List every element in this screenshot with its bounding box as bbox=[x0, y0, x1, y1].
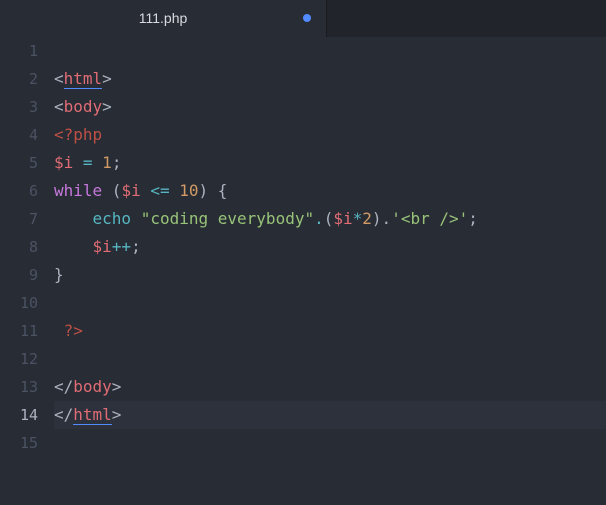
code-token: ++ bbox=[111, 237, 132, 256]
line-content[interactable]: <body> bbox=[54, 93, 606, 121]
code-line[interactable]: 4 <?php bbox=[0, 121, 606, 149]
code-token: body bbox=[63, 97, 103, 116]
line-number: 3 bbox=[28, 98, 38, 116]
code-line[interactable]: 5 $i = 1; bbox=[0, 149, 606, 177]
code-token: $i bbox=[54, 153, 74, 172]
code-token: ( bbox=[323, 209, 334, 228]
line-number: 5 bbox=[28, 154, 38, 172]
code-line[interactable]: 12 bbox=[0, 345, 606, 373]
code-line[interactable]: 6 while ($i <= 10) { bbox=[0, 177, 606, 205]
line-number: 11 bbox=[19, 322, 38, 340]
line-number: 1 bbox=[28, 42, 38, 60]
line-number: 15 bbox=[19, 434, 38, 452]
code-line[interactable]: 15 bbox=[0, 429, 606, 457]
code-token: > bbox=[111, 405, 122, 424]
line-content[interactable]: </body> bbox=[54, 373, 606, 401]
code-line[interactable]: 2 <html> bbox=[0, 65, 606, 93]
code-editor[interactable]: 1 2 <html> 3 <body> 4 <?php 5 $i = 1; 6 while ($i … bbox=[0, 37, 606, 505]
code-token: $i bbox=[121, 181, 141, 200]
code-line[interactable]: 10 bbox=[0, 289, 606, 317]
code-token: '<br />' bbox=[391, 209, 469, 228]
code-token: 2 bbox=[362, 209, 372, 228]
line-content[interactable] bbox=[54, 345, 606, 373]
code-token: </ bbox=[54, 405, 74, 424]
tab-111-php[interactable]: 111.php bbox=[0, 0, 326, 37]
code-token: < bbox=[54, 69, 64, 88]
code-token: ; bbox=[468, 209, 478, 228]
code-token: 1 bbox=[102, 153, 112, 172]
code-token: <?php bbox=[54, 125, 103, 144]
code-token: ) { bbox=[198, 181, 228, 200]
line-content[interactable] bbox=[54, 37, 606, 65]
line-content[interactable]: ?> bbox=[54, 317, 606, 345]
code-token: ?> bbox=[54, 321, 83, 340]
line-number: 6 bbox=[28, 182, 38, 200]
line-content[interactable]: } bbox=[54, 261, 606, 289]
code-line[interactable]: 3 <body> bbox=[0, 93, 606, 121]
line-content[interactable]: <?php bbox=[54, 121, 606, 149]
code-token: > bbox=[102, 97, 112, 116]
code-token: while bbox=[54, 181, 103, 200]
line-number: 10 bbox=[19, 294, 38, 312]
code-token: > bbox=[102, 69, 112, 88]
code-line[interactable]: 14 </html> bbox=[0, 401, 606, 429]
code-token: . bbox=[314, 209, 324, 228]
code-token: ; bbox=[131, 237, 141, 256]
code-token: $i bbox=[333, 209, 353, 228]
line-number: 4 bbox=[28, 126, 38, 144]
tab-bar-empty-area bbox=[326, 0, 606, 37]
line-content[interactable]: <html> bbox=[54, 65, 606, 93]
line-content[interactable]: echo "coding everybody".($i*2).'<br />'; bbox=[54, 205, 606, 233]
code-token: </ bbox=[54, 377, 74, 396]
code-token: > bbox=[111, 377, 122, 396]
line-content[interactable] bbox=[54, 289, 606, 317]
code-token: ( bbox=[102, 181, 122, 200]
code-token: "coding everybody" bbox=[140, 209, 315, 228]
code-token: = bbox=[73, 153, 103, 172]
code-token: * bbox=[352, 209, 363, 228]
code-line[interactable]: 7 echo "coding everybody".($i*2).'<br />… bbox=[0, 205, 606, 233]
line-number: 2 bbox=[28, 70, 38, 88]
code-token: 10 bbox=[179, 181, 199, 200]
line-content[interactable]: $i = 1; bbox=[54, 149, 606, 177]
code-line[interactable]: 8 $i++; bbox=[0, 233, 606, 261]
code-line[interactable]: 9} bbox=[0, 261, 606, 289]
line-content[interactable]: </html> bbox=[54, 401, 606, 429]
code-line[interactable]: 11 ?> bbox=[0, 317, 606, 345]
code-token: echo bbox=[92, 209, 132, 228]
line-number: 9 bbox=[28, 266, 38, 284]
code-token: } bbox=[54, 265, 64, 284]
code-token: body bbox=[73, 377, 112, 396]
line-number: 12 bbox=[19, 350, 38, 368]
line-content[interactable] bbox=[54, 429, 606, 457]
code-token: $i bbox=[92, 237, 112, 256]
code-line[interactable]: 13 </body> bbox=[0, 373, 606, 401]
line-content[interactable]: while ($i <= 10) { bbox=[54, 177, 606, 205]
line-number: 13 bbox=[19, 378, 38, 396]
line-number: 14 bbox=[19, 406, 38, 424]
code-token: ). bbox=[371, 209, 392, 228]
line-number: 7 bbox=[28, 210, 38, 228]
code-token: <= bbox=[140, 181, 180, 200]
code-token: html bbox=[73, 405, 112, 425]
code-token: html bbox=[63, 69, 103, 89]
tab-title: 111.php bbox=[138, 10, 188, 26]
line-number: 8 bbox=[28, 238, 38, 256]
modified-indicator-icon[interactable] bbox=[303, 14, 311, 22]
code-token: ; bbox=[111, 153, 122, 172]
code-token: < bbox=[54, 97, 64, 116]
line-content[interactable]: $i++; bbox=[54, 233, 606, 261]
tab-bar: 111.php bbox=[0, 0, 606, 37]
code-line[interactable]: 1 bbox=[0, 37, 606, 65]
